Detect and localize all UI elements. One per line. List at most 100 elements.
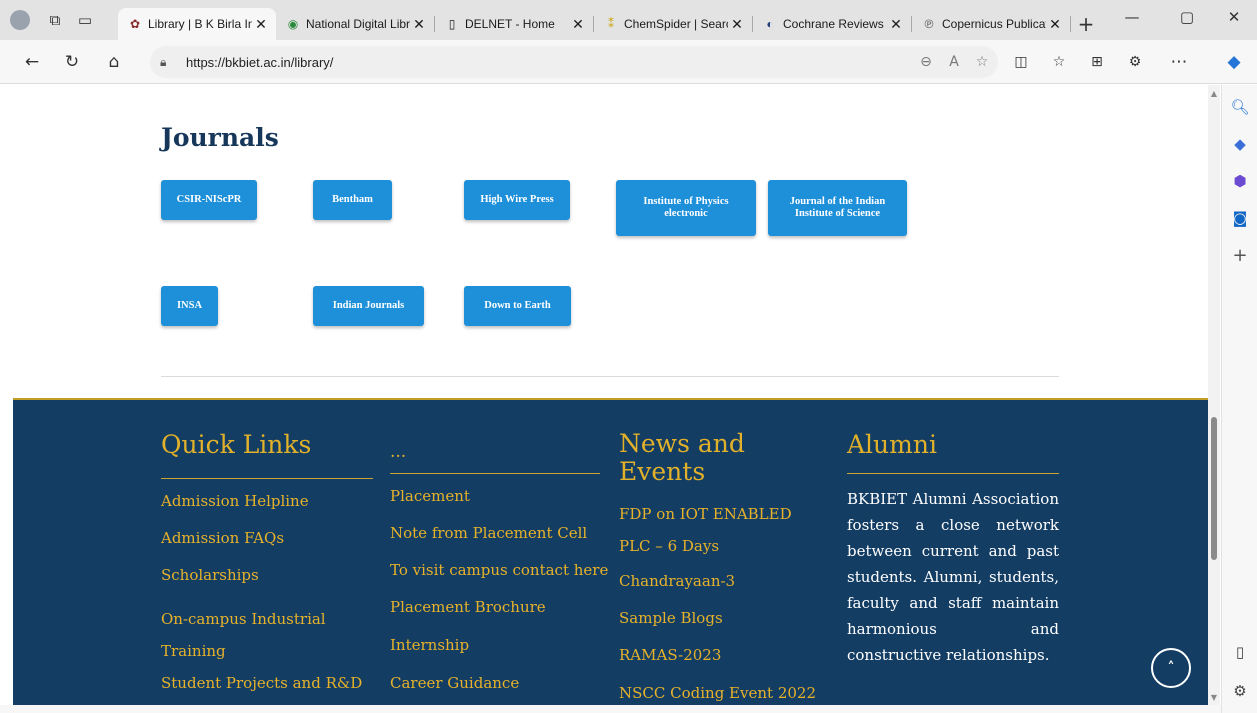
- address-bar[interactable]: 🔒︎ https://bkbiet.ac.in/library/ ⊖ A ☆: [150, 46, 998, 78]
- alumni-heading: Alumni: [847, 430, 937, 459]
- tab-library[interactable]: ✿ Library | B K Birla Ins ✕: [118, 8, 276, 40]
- scrollbar-thumb[interactable]: [1211, 417, 1217, 560]
- copilot-icon: ◆: [1227, 52, 1241, 72]
- close-tab-icon[interactable]: ✕: [252, 16, 270, 33]
- close-tab-icon[interactable]: ✕: [1046, 16, 1064, 33]
- back-button[interactable]: ←: [16, 46, 48, 78]
- placement-heading: ...: [390, 442, 407, 462]
- tab-ndl[interactable]: ◉ National Digital Libr ✕: [276, 8, 434, 40]
- tab-delnet[interactable]: ▯ DELNET - Home ✕: [435, 8, 593, 40]
- footer-link-scholarships[interactable]: Scholarships: [161, 566, 259, 584]
- footer-link-visit-campus[interactable]: To visit campus contact here: [390, 561, 608, 579]
- more-dots-icon: ⋯: [1170, 52, 1188, 72]
- zoom-icon[interactable]: ⊖: [912, 46, 940, 78]
- footer-link-career-guidance[interactable]: Career Guidance: [390, 674, 519, 692]
- scroll-up-arrow-icon[interactable]: ▲: [1208, 89, 1220, 99]
- copernicus-icon: ℗: [924, 17, 934, 31]
- tab-title: DELNET - Home: [465, 17, 555, 31]
- close-tab-icon[interactable]: ✕: [887, 16, 905, 33]
- sidebar-shopping-button[interactable]: ◆: [1226, 130, 1254, 158]
- tab-actions-icon: ▭: [77, 11, 93, 29]
- section-divider: [161, 376, 1059, 377]
- footer-link-industrial-training[interactable]: On-campus Industrial Training: [161, 603, 341, 667]
- journal-button-institute-of-physics[interactable]: Institute of Physics electronic: [616, 180, 756, 236]
- footer-link-sample-blogs[interactable]: Sample Blogs: [619, 609, 723, 627]
- close-tab-icon[interactable]: ✕: [410, 16, 428, 33]
- tab-title: National Digital Libr: [306, 17, 410, 31]
- restore-icon: ▢: [1179, 8, 1195, 26]
- browser-window: ⧉ ▭ ✿ Library | B K Birla Ins ✕ ◉ Nation…: [0, 0, 1257, 713]
- minimize-button[interactable]: —: [1109, 0, 1155, 34]
- ndl-logo-icon: ◉: [287, 17, 299, 31]
- workspaces-button[interactable]: ⧉: [40, 0, 70, 40]
- sidebar-settings-button[interactable]: ⚙: [1226, 677, 1254, 705]
- bkbiet-logo-icon: ✿: [129, 17, 141, 31]
- footer-link-ramas[interactable]: RAMAS-2023: [619, 646, 721, 664]
- journal-button-indian-journals[interactable]: Indian Journals: [313, 286, 424, 326]
- footer-link-student-projects[interactable]: Student Projects and R&D: [161, 674, 362, 692]
- collections-button[interactable]: ⊞: [1081, 46, 1113, 78]
- url-text[interactable]: https://bkbiet.ac.in/library/: [186, 55, 333, 70]
- tab-chemspider[interactable]: ⁑ ChemSpider | Search ✕: [594, 8, 752, 40]
- more-menu-button[interactable]: ⋯: [1163, 46, 1195, 78]
- journals-heading: Journals: [161, 123, 279, 152]
- footer-link-placement[interactable]: Placement: [390, 487, 470, 505]
- footer-link-placement-brochure[interactable]: Placement Brochure: [390, 598, 546, 616]
- tab-actions-button[interactable]: ▭: [70, 0, 100, 40]
- footer-link-admission-helpline[interactable]: Admission Helpline: [161, 492, 309, 510]
- journal-button-journal-indian-institute-science[interactable]: Journal of the Indian Institute of Scien…: [768, 180, 907, 236]
- tab-copernicus[interactable]: ℗ Copernicus Publicati ✕: [912, 8, 1070, 40]
- journal-button-insa[interactable]: INSA: [161, 286, 218, 326]
- workspaces-icon: ⧉: [49, 11, 61, 29]
- back-to-top-button[interactable]: ˄: [1151, 648, 1191, 688]
- footer-link-chandrayaan[interactable]: Chandrayaan-3: [619, 572, 735, 590]
- copilot-button[interactable]: ◆: [1218, 46, 1250, 78]
- tools-icon: ⬢: [1233, 172, 1247, 190]
- tab-title: Copernicus Publicati: [942, 17, 1046, 31]
- site-info-icon[interactable]: 🔒︎: [160, 55, 180, 70]
- journal-button-down-to-earth[interactable]: Down to Earth: [464, 286, 571, 326]
- read-aloud-icon[interactable]: A: [940, 46, 968, 78]
- scroll-down-arrow-icon[interactable]: ▼: [1208, 693, 1220, 703]
- outlook-icon: ◙: [1232, 209, 1248, 227]
- sidebar-tools-button[interactable]: ⬢: [1226, 167, 1254, 195]
- favorite-star-icon[interactable]: ☆: [968, 46, 996, 78]
- page-scrollbar[interactable]: ▲ ▼: [1208, 85, 1220, 705]
- site-footer: Quick Links Admission Helpline Admission…: [13, 398, 1208, 705]
- close-tab-icon[interactable]: ✕: [569, 16, 587, 33]
- alumni-underline: [847, 473, 1059, 474]
- journal-button-csir-niscpr[interactable]: CSIR-NIScPR: [161, 180, 257, 220]
- journal-button-bentham[interactable]: Bentham: [313, 180, 392, 220]
- cochrane-icon: ◐: [766, 17, 774, 31]
- profile-button[interactable]: [0, 0, 40, 40]
- journal-button-high-wire-press[interactable]: High Wire Press: [464, 180, 570, 220]
- refresh-button[interactable]: ↻: [56, 46, 88, 78]
- quick-links-underline: [161, 478, 373, 479]
- extensions-button[interactable]: ⚙: [1119, 46, 1151, 78]
- page-icon: ▯: [448, 17, 456, 31]
- footer-link-nscc[interactable]: NSCC Coding Event 2022: [619, 684, 816, 702]
- home-button[interactable]: ⌂: [98, 46, 130, 78]
- gear-icon: ⚙: [1233, 682, 1247, 700]
- tab-cochrane[interactable]: ◐ Cochrane Reviews | ✕: [753, 8, 911, 40]
- close-window-button[interactable]: ✕: [1211, 0, 1257, 34]
- sidebar-outlook-button[interactable]: ◙: [1226, 204, 1254, 232]
- sidebar-search-button[interactable]: 🔍︎: [1226, 93, 1254, 121]
- edge-sidebar: 🔍︎ ◆ ⬢ ◙ + ▯ ⚙: [1221, 85, 1257, 713]
- new-tab-button[interactable]: +: [1071, 8, 1101, 40]
- restore-button[interactable]: ▢: [1164, 0, 1210, 34]
- collections-icon: ⊞: [1091, 54, 1103, 70]
- refresh-icon: ↻: [64, 52, 80, 72]
- close-tab-icon[interactable]: ✕: [728, 16, 746, 33]
- search-icon: 🔍︎: [1230, 98, 1250, 116]
- favorites-button[interactable]: ☆: [1043, 46, 1075, 78]
- footer-link-admission-faqs[interactable]: Admission FAQs: [161, 529, 284, 547]
- footer-link-placement-note[interactable]: Note from Placement Cell: [390, 524, 587, 542]
- split-screen-button[interactable]: ◫: [1005, 46, 1037, 78]
- quick-links-heading: Quick Links: [161, 430, 312, 459]
- footer-link-fdp-iot[interactable]: FDP on IOT ENABLED PLC – 6 Days: [619, 498, 819, 562]
- sidebar-add-button[interactable]: +: [1226, 241, 1254, 269]
- split-screen-icon: ◫: [1014, 54, 1028, 70]
- sidebar-hide-button[interactable]: ▯: [1226, 638, 1254, 666]
- footer-link-internship[interactable]: Internship: [390, 636, 469, 654]
